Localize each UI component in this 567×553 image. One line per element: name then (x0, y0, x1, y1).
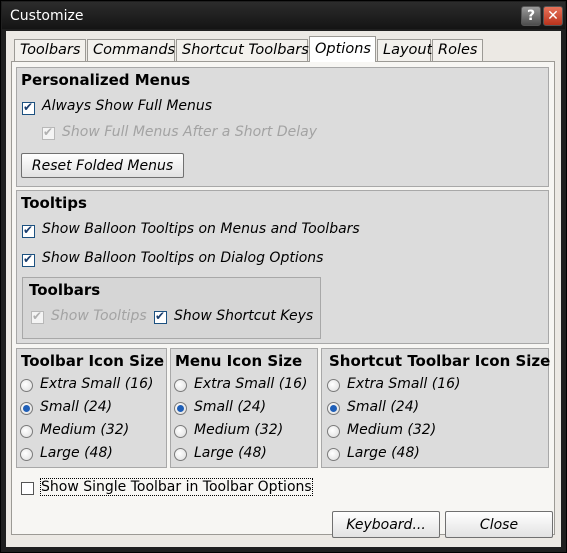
toolbar-icon-size-group: Toolbar Icon Size Extra Small (16) Small… (16, 348, 167, 468)
show-after-delay-checkbox (42, 125, 55, 140)
toolbar-icon-size-option[interactable]: Extra Small (16) (40, 376, 153, 392)
toolbar-icon-size-title: Toolbar Icon Size (21, 352, 164, 370)
show-shortcut-keys-label[interactable]: Show Shortcut Keys (174, 308, 313, 324)
help-icon: ? (526, 8, 536, 24)
toolbar-icon-size-radio[interactable] (20, 448, 33, 461)
shortcut-toolbar-icon-size-option[interactable]: Large (48) (347, 445, 420, 461)
menu-icon-size-radio[interactable] (174, 425, 187, 438)
always-show-full-menus-checkbox[interactable] (22, 100, 35, 115)
personalized-menus-group: Personalized Menus Always Show Full Menu… (16, 67, 549, 187)
customize-dialog: Customize ? ✕ Toolbars Commands Shortcut… (0, 0, 567, 553)
shortcut-toolbar-icon-size-radio[interactable] (327, 425, 340, 438)
toolbar-icon-size-radio[interactable] (20, 379, 33, 392)
menu-icon-size-radio[interactable] (174, 402, 187, 415)
toolbar-icon-size-option[interactable]: Medium (32) (40, 422, 129, 438)
shortcut-toolbar-icon-size-group: Shortcut Toolbar Icon Size Extra Small (… (321, 348, 551, 468)
menu-icon-size-radio[interactable] (174, 448, 187, 461)
tab-shortcut-toolbars[interactable]: Shortcut Toolbars (176, 39, 309, 61)
tab-commands[interactable]: Commands (87, 39, 175, 61)
dialog-client-area: Toolbars Commands Shortcut Toolbars Opti… (6, 31, 561, 547)
menu-icon-size-title: Menu Icon Size (175, 352, 303, 370)
shortcut-toolbar-icon-size-option[interactable]: Extra Small (16) (347, 376, 460, 392)
shortcut-toolbar-icon-size-option[interactable]: Small (24) (347, 399, 419, 415)
reset-folded-menus-button[interactable]: Reset Folded Menus (21, 153, 184, 178)
shortcut-toolbar-icon-size-radio[interactable] (327, 448, 340, 461)
tab-layout[interactable]: Layout (377, 39, 432, 61)
keyboard-button[interactable]: Keyboard... (332, 511, 440, 538)
show-tooltips-checkbox (31, 309, 44, 324)
shortcut-toolbar-icon-size-radio[interactable] (327, 379, 340, 392)
toolbar-icon-size-radio[interactable] (20, 402, 33, 415)
options-panel: Personalized Menus Always Show Full Menu… (11, 61, 555, 535)
show-shortcut-keys-checkbox[interactable] (154, 309, 167, 324)
balloon-tooltips-dialog-checkbox[interactable] (22, 252, 35, 267)
shortcut-toolbar-icon-size-option[interactable]: Medium (32) (347, 422, 436, 438)
menu-icon-size-option[interactable]: Medium (32) (194, 422, 283, 438)
shortcut-toolbar-icon-size-title: Shortcut Toolbar Icon Size (329, 352, 551, 370)
close-icon: ✕ (547, 8, 559, 24)
single-toolbar-checkbox[interactable] (21, 482, 34, 495)
shortcut-toolbar-icon-size-radio[interactable] (327, 402, 340, 415)
title-bar[interactable]: Customize ? ✕ (2, 2, 565, 29)
close-button[interactable]: Close (445, 511, 553, 538)
tab-roles[interactable]: Roles (432, 39, 483, 61)
toolbar-icon-size-radio[interactable] (20, 425, 33, 438)
toolbars-subgroup-title: Toolbars (29, 281, 101, 299)
personalized-menus-title: Personalized Menus (21, 71, 191, 89)
menu-icon-size-group: Menu Icon Size Extra Small (16) Small (2… (170, 348, 318, 468)
close-window-button[interactable]: ✕ (543, 6, 563, 26)
window-title: Customize (10, 8, 84, 24)
help-button[interactable]: ? (521, 6, 541, 26)
menu-icon-size-option[interactable]: Small (24) (194, 399, 266, 415)
balloon-tooltips-menus-label[interactable]: Show Balloon Tooltips on Menus and Toolb… (42, 221, 360, 237)
menu-icon-size-option[interactable]: Extra Small (16) (194, 376, 307, 392)
tab-toolbars[interactable]: Toolbars (14, 39, 86, 61)
balloon-tooltips-menus-checkbox[interactable] (22, 223, 35, 238)
always-show-full-menus-label[interactable]: Always Show Full Menus (42, 98, 212, 114)
tooltips-group: Tooltips Show Balloon Tooltips on Menus … (16, 190, 549, 344)
tooltips-toolbars-subgroup: Toolbars Show Tooltips Show Shortcut Key… (22, 277, 321, 339)
tooltips-title: Tooltips (21, 194, 87, 212)
toolbar-icon-size-option[interactable]: Small (24) (40, 399, 112, 415)
tab-options[interactable]: Options (309, 36, 376, 62)
balloon-tooltips-dialog-label[interactable]: Show Balloon Tooltips on Dialog Options (42, 250, 323, 266)
show-tooltips-label: Show Tooltips (51, 308, 147, 324)
single-toolbar-label[interactable]: Show Single Toolbar in Toolbar Options (40, 478, 313, 496)
menu-icon-size-radio[interactable] (174, 379, 187, 392)
menu-icon-size-option[interactable]: Large (48) (194, 445, 267, 461)
show-after-delay-label: Show Full Menus After a Short Delay (62, 124, 318, 140)
toolbar-icon-size-option[interactable]: Large (48) (40, 445, 113, 461)
